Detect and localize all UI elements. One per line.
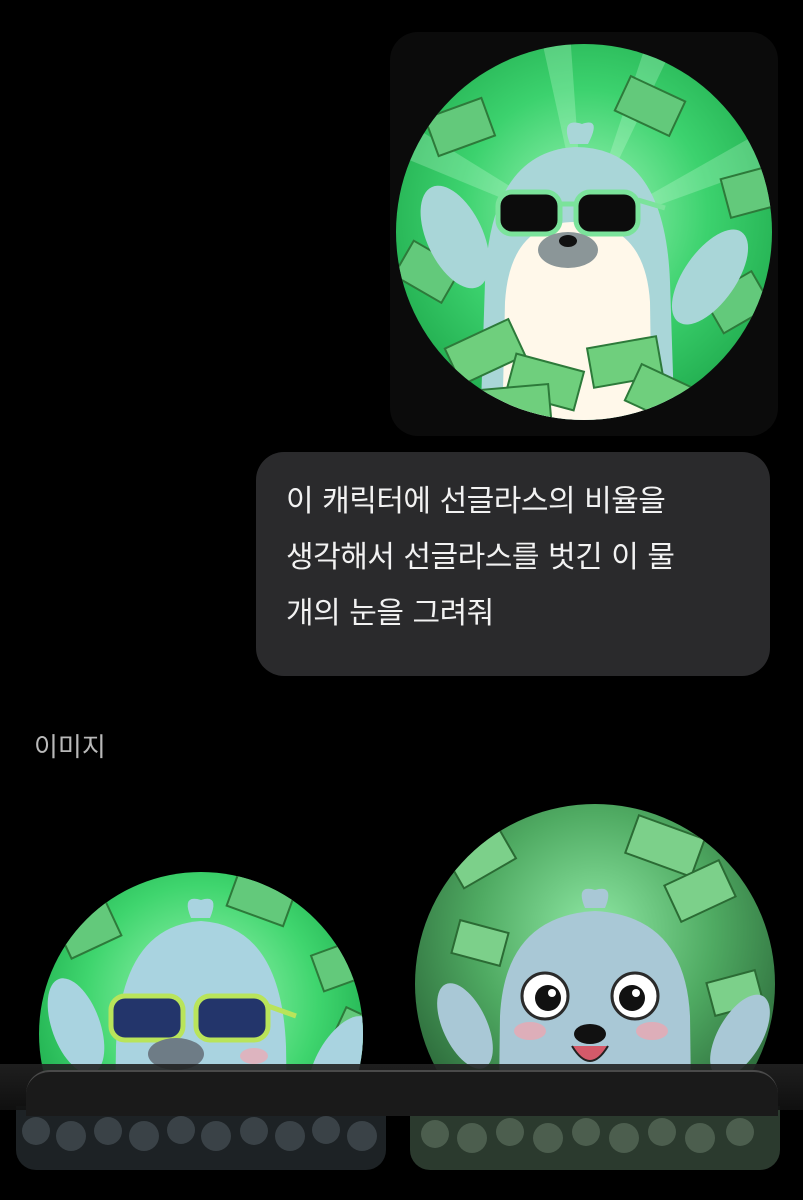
uploaded-image[interactable] bbox=[390, 32, 778, 436]
message-line-3: 개의 눈을 그려줘 bbox=[286, 596, 494, 631]
images-section-label: 이미지 bbox=[34, 733, 106, 763]
message-line-1: 이 캐릭터에 선글라스의 비율을 bbox=[286, 484, 666, 519]
user-message-bubble: 이 캐릭터에 선글라스의 비율을 생각해서 선글라스를 벗긴 이 물 개의 눈을… bbox=[256, 452, 770, 676]
message-line-2: 생각해서 선글라스를 벗긴 이 물 bbox=[286, 540, 675, 575]
composer-dock[interactable] bbox=[26, 1070, 778, 1116]
